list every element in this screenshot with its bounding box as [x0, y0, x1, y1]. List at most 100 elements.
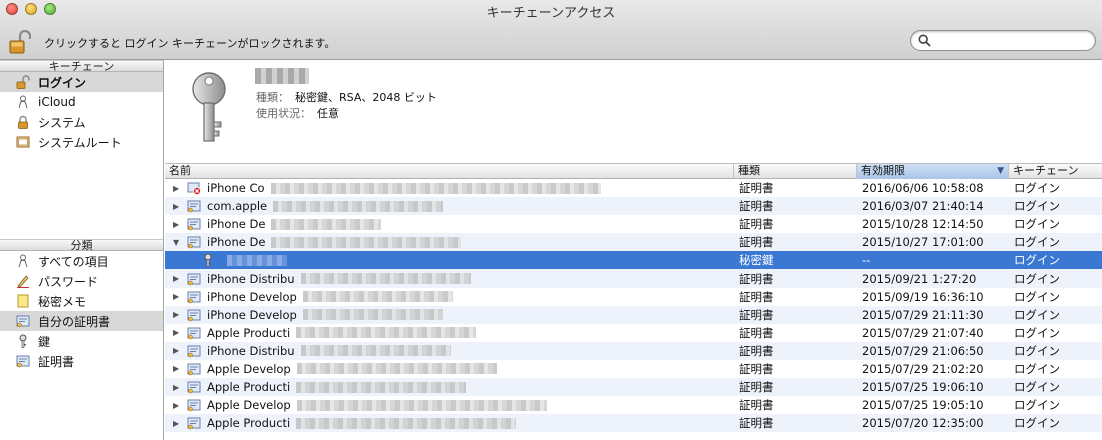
table-row[interactable]: ▶ iPhone Develop 証明書 2015/07/29 21:11:30 ログイ…: [165, 305, 1102, 324]
redacted-text: [296, 417, 517, 429]
table-row[interactable]: ▶ iPhone Co 証明書 2016/06/06 10:58:08 ログイン: [165, 179, 1102, 197]
category-header: 分類: [0, 239, 163, 252]
sidebar-keychain-item[interactable]: システムルート: [0, 132, 163, 152]
cell-keychain: ログイン: [1014, 361, 1060, 376]
row-name: iPhone De: [207, 217, 266, 232]
cell-name: ▶ iPhone Develop: [165, 288, 734, 306]
disclosure-collapsed-icon[interactable]: ▶: [173, 419, 181, 428]
sidebar-category-label: 秘密メモ: [38, 294, 87, 309]
cell-name: ▶ Apple Producti: [165, 378, 734, 396]
row-name: iPhone Distribu: [207, 271, 295, 286]
table-row[interactable]: ▶ Apple Producti 証明書 2015/07/20 12:35:00 ログイ…: [165, 414, 1102, 433]
sidebar-category-item[interactable]: すべての項目: [0, 251, 163, 271]
table-row[interactable]: ▶ Apple Producti 証明書 2015/07/29 21:07:40 ログイ…: [165, 324, 1102, 342]
sidebar-category-label: 自分の証明書: [38, 314, 111, 329]
certificate-icon: [187, 362, 201, 376]
certificate-icon: [187, 398, 201, 412]
category-list: すべての項目 パスワード秘密メモ自分の証明書鍵証明書: [0, 251, 163, 371]
row-name: iPhone Co: [207, 181, 265, 196]
table-row[interactable]: ▶ Apple Producti 証明書 2015/07/25 19:06:10 ログイ…: [165, 378, 1102, 397]
row-name: Apple Develop: [207, 361, 291, 376]
sidebar-category-item[interactable]: 証明書: [0, 351, 163, 371]
cell-kind: 証明書: [739, 235, 774, 250]
item-detail-pane: 種類： 秘密鍵、RSA、2048 ビット 使用状況： 任意: [165, 60, 1102, 164]
row-name: Apple Develop: [207, 398, 291, 413]
sidebar-keychain-item[interactable]: システム: [0, 112, 163, 132]
disclosure-expanded-icon[interactable]: ▼: [173, 238, 181, 247]
table-row[interactable]: ▶ iPhone Distribu 証明書 2015/07/29 21:06:50 ログ…: [165, 341, 1102, 360]
cell-kind: 証明書: [739, 361, 774, 376]
key-icon: [201, 253, 215, 268]
column-header-keychain[interactable]: キーチェーン: [1009, 164, 1102, 179]
my-cert-icon: [16, 314, 30, 328]
redacted-text: [296, 327, 477, 339]
sidebar-category-item[interactable]: 鍵: [0, 331, 163, 351]
sidebar-category-label: 証明書: [38, 354, 75, 369]
sidebar-category-item[interactable]: 自分の証明書: [0, 311, 163, 331]
row-name: Apple Producti: [207, 325, 291, 340]
redacted-text: [271, 236, 462, 248]
disclosure-collapsed-icon[interactable]: ▶: [173, 364, 181, 373]
column-header-name[interactable]: 名前: [165, 164, 734, 179]
table-row[interactable]: ▶ iPhone De 証明書 2015/10/28 12:14:50 ログイン: [165, 215, 1102, 233]
disclosure-collapsed-icon[interactable]: ▶: [173, 310, 181, 319]
cell-keychain: ログイン: [1014, 343, 1060, 358]
cell-keychain: ログイン: [1014, 271, 1060, 286]
cell-expires: 2015/07/29 21:07:40: [862, 325, 984, 340]
search-icon: [918, 34, 931, 50]
cell-name: ▶ com.apple: [165, 197, 734, 215]
sidebar-keychain-item[interactable]: ログイン: [0, 72, 163, 92]
disclosure-collapsed-icon[interactable]: ▶: [173, 383, 181, 392]
table-row[interactable]: ▼ iPhone De 証明書 2015/10/27 17:01:00 ログイン: [165, 233, 1102, 252]
disclosure-collapsed-icon[interactable]: ▶: [173, 220, 181, 229]
table-row[interactable]: ▶ com.apple 証明書 2016/03/07 21:40:14 ログイン: [165, 197, 1102, 216]
search-field[interactable]: [910, 30, 1096, 51]
table-row[interactable]: ▶ iPhone Develop 証明書 2015/09/19 16:36:10 ログイ…: [165, 288, 1102, 306]
disclosure-collapsed-icon[interactable]: ▶: [173, 346, 181, 355]
row-name: iPhone Distribu: [207, 343, 295, 358]
sidebar-category-item[interactable]: 秘密メモ: [0, 291, 163, 311]
cell-expires: 2015/07/29 21:11:30: [862, 307, 984, 322]
cell-kind: 秘密鍵: [739, 253, 774, 268]
redacted-text: [302, 309, 443, 321]
cell-expires: 2015/07/25 19:06:10: [862, 380, 984, 395]
lock-status-label[interactable]: クリックすると ログイン キーチェーンがロックされます。: [44, 35, 335, 51]
table-row[interactable]: ▶ Apple Develop 証明書 2015/07/29 21:02:20 ログイン: [165, 360, 1102, 378]
disclosure-collapsed-icon[interactable]: ▶: [173, 292, 181, 301]
search-input[interactable]: [935, 33, 1085, 48]
disclosure-collapsed-icon[interactable]: ▶: [173, 274, 181, 283]
cell-name: ▶ Apple Producti: [165, 414, 734, 432]
window-title: キーチェーンアクセス: [486, 6, 616, 21]
column-header-kind[interactable]: 種類: [734, 164, 857, 179]
keychain-list: ログイン iCloud システムシステムルート: [0, 72, 163, 152]
item-usage-label: 使用状況：: [256, 107, 311, 120]
cell-expires: 2015/07/20 12:35:00: [862, 416, 984, 431]
lock-icon: [16, 115, 30, 129]
disclosure-collapsed-icon[interactable]: ▶: [173, 184, 181, 193]
sidebar-category-item[interactable]: パスワード: [0, 271, 163, 291]
cell-keychain: ログイン: [1014, 380, 1060, 395]
cell-name: ▶ iPhone Distribu: [165, 342, 734, 360]
cell-kind: 証明書: [739, 343, 774, 358]
lock-open-icon[interactable]: [9, 29, 32, 54]
sidebar: キーチェーン ログイン iCloud システム システムルート 分類 すべての項目 パス…: [0, 60, 164, 440]
table-row[interactable]: 秘密鍵 -- ログイン: [165, 251, 1102, 270]
cell-kind: 証明書: [739, 289, 774, 304]
disclosure-collapsed-icon[interactable]: ▶: [173, 328, 181, 337]
table-row[interactable]: ▶ iPhone Distribu 証明書 2015/09/21 1:27:20 ログイ…: [165, 269, 1102, 288]
cell-kind: 証明書: [739, 271, 774, 286]
sidebar-keychain-label: システムルート: [38, 135, 122, 150]
certificate-icon: [187, 235, 201, 249]
disclosure-collapsed-icon[interactable]: ▶: [173, 401, 181, 410]
cell-name: [165, 251, 734, 269]
note-icon: [16, 294, 30, 308]
table-row[interactable]: ▶ Apple Develop 証明書 2015/07/25 19:05:10 ログイン: [165, 396, 1102, 414]
sidebar-keychain-item[interactable]: iCloud: [0, 92, 163, 112]
key-icon: [189, 70, 229, 149]
cell-keychain: ログイン: [1014, 289, 1060, 304]
cell-kind: 証明書: [739, 325, 774, 340]
disclosure-collapsed-icon[interactable]: ▶: [173, 202, 181, 211]
row-name: iPhone Develop: [207, 307, 297, 322]
column-header-expires[interactable]: 有効期限 ▼: [857, 164, 1009, 179]
sidebar-keychain-label: ログイン: [38, 75, 87, 90]
